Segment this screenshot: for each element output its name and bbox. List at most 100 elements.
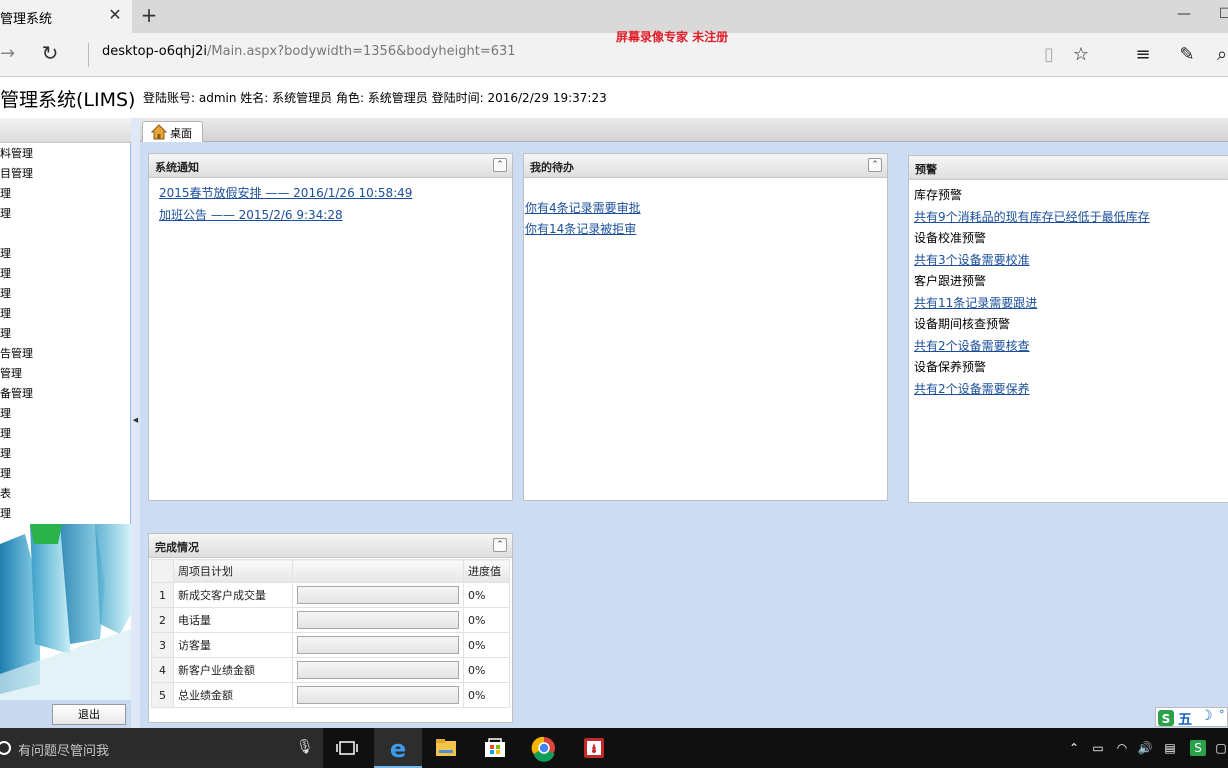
progress-value: 0% [463, 682, 510, 708]
table-row[interactable]: 1 新成交客户成交量 0% [151, 582, 510, 608]
sidebar-item[interactable]: 理 [0, 184, 11, 204]
recorder-watermark: 屏幕录像专家 未注册 [616, 30, 729, 44]
notification-icon[interactable]: ▢ [1214, 740, 1228, 756]
file-explorer-icon[interactable] [422, 728, 470, 768]
sidebar-collapse-handle[interactable]: ◀ [131, 118, 140, 728]
alert-link[interactable]: 共有2个设备需要保养 [914, 380, 1030, 397]
row-number: 4 [151, 657, 174, 683]
share-icon[interactable]: ⌕ [1216, 43, 1228, 67]
ime-mode-label: 五 [1178, 712, 1192, 728]
todo-link[interactable]: 你有14条记录被拒审 [525, 220, 636, 237]
column-header[interactable]: 周项目计划 [173, 559, 293, 583]
app-title: 管理系统(LIMS) [0, 89, 136, 111]
volume-icon[interactable]: 🔊 [1137, 740, 1153, 756]
progress-bar [297, 661, 459, 679]
sidebar-item[interactable]: 理 [0, 204, 11, 224]
column-header[interactable] [292, 559, 464, 583]
sidebar-item[interactable]: 管理 [0, 364, 22, 384]
row-number: 1 [151, 582, 174, 608]
row-number: 2 [151, 607, 174, 633]
sidebar-item[interactable]: 理 [0, 324, 11, 344]
separator [88, 43, 89, 67]
table-row[interactable]: 5 总业绩金额 0% [151, 682, 510, 708]
collapse-icon[interactable]: ⌃ [868, 158, 882, 172]
plan-item-name: 新成交客户成交量 [173, 582, 293, 608]
main-tab-bar: 桌面 [140, 118, 1228, 142]
url-host: desktop-o6qhj2i [102, 44, 207, 59]
row-number-header [151, 559, 174, 583]
refresh-icon[interactable]: ↻ [38, 41, 62, 65]
reading-view-icon[interactable]: ▯ [1037, 43, 1061, 67]
chevron-up-icon[interactable]: ⌃ [1066, 740, 1082, 756]
table-header-row: 周项目计划 进度值 [151, 559, 510, 583]
sogou-tray-icon[interactable]: S [1190, 740, 1206, 756]
plan-item-name: 新客户业绩金额 [173, 657, 293, 683]
tab-desktop[interactable]: 桌面 [142, 121, 203, 142]
table-row[interactable]: 2 电话量 0% [151, 607, 510, 633]
column-header[interactable]: 进度值 [463, 559, 510, 583]
minimize-icon[interactable]: — [1176, 6, 1192, 24]
url-field[interactable]: desktop-o6qhj2i/Main.aspx?bodywidth=1356… [102, 44, 516, 59]
notice-link[interactable]: 2015春节放假安排 —— 2016/1/26 10:58:49 [159, 184, 412, 201]
app-red-icon[interactable] [570, 728, 618, 768]
sidebar-item[interactable]: 备管理 [0, 384, 33, 404]
action-center-icon[interactable]: ▤ [1162, 740, 1178, 756]
store-icon[interactable] [471, 728, 519, 768]
collapse-icon[interactable]: ⌃ [493, 158, 507, 172]
alert-link[interactable]: 共有11条记录需要跟进 [914, 294, 1037, 311]
sidebar-item[interactable]: 理 [0, 284, 11, 304]
hub-icon[interactable]: ≡ [1131, 43, 1155, 67]
sidebar-item[interactable]: 表 [0, 484, 11, 504]
wifi-icon[interactable]: ◠ [1114, 740, 1130, 756]
todo-link[interactable]: 你有4条记录需要审批 [525, 199, 641, 216]
forward-icon[interactable]: → [0, 43, 16, 65]
browser-tab[interactable]: 管理系统 ✕ [0, 0, 132, 33]
close-icon[interactable]: ✕ [106, 6, 124, 24]
progress-bar [297, 686, 459, 704]
plan-item-name: 电话量 [173, 607, 293, 633]
task-view-icon[interactable] [324, 728, 372, 768]
sidebar-item[interactable]: 理 [0, 244, 11, 264]
cortana-search[interactable]: 有问题尽管问我 🎙 [0, 728, 323, 768]
table-row[interactable]: 3 访客量 0% [151, 632, 510, 658]
todo-panel: 我的待办 ⌃ 你有4条记录需要审批 你有14条记录被拒审 [523, 153, 888, 501]
moon-icon: ☽ [1200, 708, 1213, 724]
sidebar-item[interactable]: 目管理 [0, 164, 33, 184]
sidebar-item[interactable]: 料管理 [0, 144, 33, 164]
sidebar: 料管理 目管理 理 理 理 理 理 理 理 告管理 管理 备管理 理 理 理 理… [0, 118, 131, 728]
edge-icon[interactable]: e [374, 728, 422, 768]
web-note-icon[interactable]: ✎ [1175, 43, 1199, 67]
chrome-icon[interactable] [520, 728, 568, 768]
sidebar-header [0, 118, 131, 143]
sidebar-item[interactable]: 理 [0, 404, 11, 424]
alert-link[interactable]: 共有3个设备需要校准 [914, 251, 1030, 268]
chevron-left-icon[interactable]: ◀ [131, 416, 140, 424]
tab-desktop-label: 桌面 [170, 127, 192, 140]
sidebar-item[interactable]: 理 [0, 444, 11, 464]
row-number: 3 [151, 632, 174, 658]
progress-value: 0% [463, 582, 510, 608]
microphone-icon[interactable]: 🎙 [296, 739, 314, 757]
favorite-star-icon[interactable]: ☆ [1069, 43, 1093, 67]
sidebar-item[interactable]: 告管理 [0, 344, 33, 364]
logout-button[interactable]: 退出 [52, 704, 126, 725]
notice-link[interactable]: 加班公告 —— 2015/2/6 9:34:28 [159, 206, 343, 223]
alert-category-label: 设备保养预警 [914, 360, 987, 374]
alert-link[interactable]: 共有9个消耗品的现有库存已经低于最低库存 [914, 208, 1150, 225]
battery-icon[interactable]: ▭ [1090, 740, 1106, 756]
sidebar-item[interactable]: 理 [0, 304, 11, 324]
ime-indicator[interactable]: S 五 ☽ ° [1155, 707, 1228, 728]
maximize-icon[interactable]: ☐ [1219, 6, 1228, 24]
plan-item-name: 访客量 [173, 632, 293, 658]
sidebar-item[interactable]: 理 [0, 464, 11, 484]
sidebar-item[interactable]: 理 [0, 264, 11, 284]
alert-link[interactable]: 共有2个设备需要核查 [914, 337, 1030, 354]
browser-tab-title: 管理系统 [0, 12, 53, 27]
sidebar-item[interactable]: 理 [0, 424, 11, 444]
collapse-icon[interactable]: ⌃ [493, 538, 507, 552]
new-tab-button[interactable]: + [139, 4, 159, 26]
table-row[interactable]: 4 新客户业绩金额 0% [151, 657, 510, 683]
sidebar-item[interactable]: 理 [0, 504, 11, 524]
progress-panel-title: 完成情况 [155, 541, 199, 554]
address-bar: → ↻ desktop-o6qhj2i/Main.aspx?bodywidth=… [0, 30, 1228, 77]
